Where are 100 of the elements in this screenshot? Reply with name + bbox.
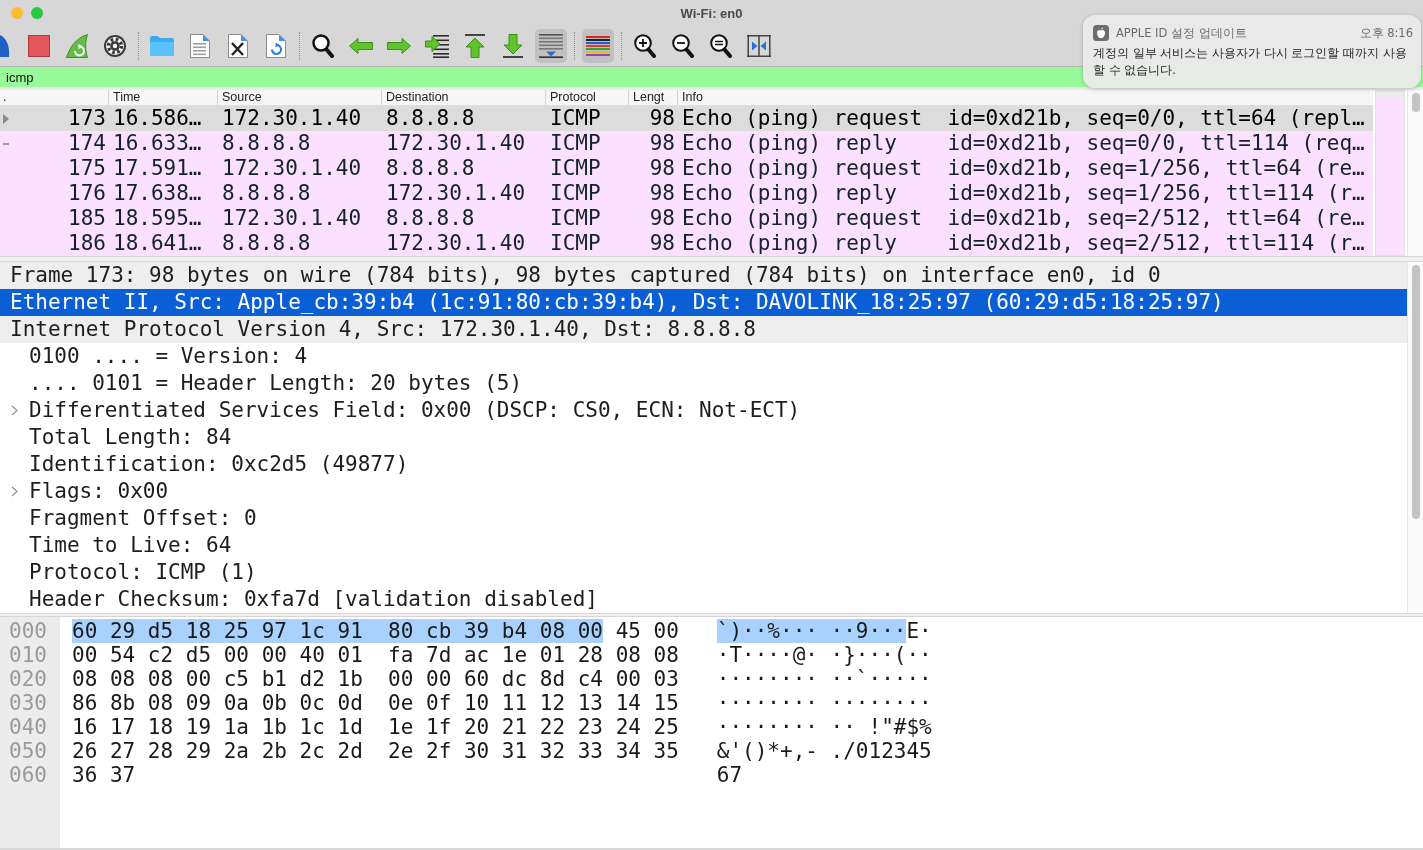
packet-time: 16.586…: [113, 106, 202, 131]
hex-offset: 040: [9, 715, 47, 739]
notification-app-name: APPLE ID 설정 업데이트: [1116, 25, 1247, 41]
packet-destination: 8.8.8.8: [386, 156, 475, 181]
packet-number: 186: [68, 231, 106, 256]
packet-info: Echo (ping) request id=0xd21b, seq=2/512, ttl=64 (re…: [682, 206, 1365, 231]
packet-time: 17.638…: [113, 181, 202, 206]
packet-row[interactable]: 173 16.586… 172.30.1.40 8.8.8.8 ICMP 98 Echo (ping) request id=0xd21b, seq=0/0, ttl=64 (repl…: [0, 106, 1373, 131]
packet-protocol: ICMP: [550, 131, 601, 156]
packet-row[interactable]: 175 17.591… 172.30.1.40 8.8.8.8 ICMP 98 Echo (ping) request id=0xd21b, seq=1/256, ttl=64 (re…: [0, 156, 1373, 181]
packet-row[interactable]: 176 17.638… 8.8.8.8 172.30.1.40 ICMP 98 Echo (ping) reply id=0xd21b, seq=1/256, ttl=114 (r…: [0, 181, 1373, 206]
packet-length: 98: [649, 156, 675, 181]
arrow-down-to-bar-icon: [503, 34, 523, 58]
packet-protocol: ICMP: [550, 231, 601, 256]
packet-source: 8.8.8.8: [222, 131, 311, 156]
hex-bytes[interactable]: 36 37: [72, 763, 136, 787]
hex-offset: 020: [9, 667, 47, 691]
column-header[interactable]: Lengt: [628, 90, 677, 105]
hex-bytes[interactable]: 08 08 08 00 c5 b1 d2 1b 00 00 60 dc 8d c4 00 03: [72, 667, 679, 691]
hex-ascii[interactable]: ········ ·· !"#$%: [716, 715, 932, 739]
packet-info: Echo (ping) request id=0xd21b, seq=1/256, ttl=64 (re…: [682, 156, 1365, 181]
packet-number: 185: [68, 206, 106, 231]
column-header[interactable]: Source: [217, 90, 381, 105]
hex-ascii[interactable]: E·: [906, 619, 932, 643]
packet-length: 98: [649, 181, 675, 206]
hex-offset: 050: [9, 739, 47, 763]
column-header[interactable]: Destination: [381, 90, 545, 105]
hex-ascii[interactable]: 67: [716, 763, 743, 787]
packet-protocol: ICMP: [550, 156, 601, 181]
hex-ascii[interactable]: ········ ········: [716, 691, 932, 715]
magnifier-equals-icon: [710, 34, 732, 58]
packet-info: Echo (ping) reply id=0xd21b, seq=1/256, ttl=114 (r…: [682, 181, 1365, 206]
packet-info: Echo (ping) reply id=0xd21b, seq=2/512, ttl=114 (r…: [682, 231, 1365, 256]
hex-ascii[interactable]: ·T····@· ·}···(··: [716, 643, 932, 667]
auto-scroll-button[interactable]: [535, 29, 567, 63]
tree-item[interactable]: Internet Protocol Version 4, Src: 172.30.1.40, Dst: 8.8.8.8: [0, 316, 1407, 343]
packet-info: Echo (ping) request id=0xd21b, seq=0/0, ttl=64 (repl…: [682, 106, 1365, 131]
hex-ascii[interactable]: ········ ··`·····: [716, 667, 932, 691]
notification-banner[interactable]: APPLE ID 설정 업데이트 오후 8:16 계정의 일부 서비스는 사용자가 다시 로그인할 때까지 사용할 수 없습니다.: [1083, 15, 1421, 88]
hex-offset: 060: [9, 763, 47, 787]
packet-source: 8.8.8.8: [222, 231, 311, 256]
packet-time: 18.641…: [113, 231, 202, 256]
hex-bytes[interactable]: 60 29 d5 18 25 97 1c 91 80 cb 39 b4 08 00: [72, 619, 603, 643]
striped-lines-icon: [586, 36, 610, 56]
hex-offset: 030: [9, 691, 47, 715]
scrollbar-thumb[interactable]: [1411, 93, 1420, 112]
zoom-out-icon: [672, 34, 694, 58]
arrow-left-icon: [349, 38, 373, 54]
packet-row[interactable]: 185 18.595… 172.30.1.40 8.8.8.8 ICMP 98 Echo (ping) request id=0xd21b, seq=2/512, ttl=64 (re…: [0, 206, 1373, 231]
packet-number: 175: [68, 156, 106, 181]
hex-bytes[interactable]: 86 8b 08 09 0a 0b 0c 0d 0e 0f 10 11 12 13 14 15: [72, 691, 679, 715]
packet-destination: 8.8.8.8: [386, 106, 475, 131]
triangle-icon: [3, 113, 9, 124]
chevron-icon[interactable]: [11, 405, 18, 416]
packet-row[interactable]: 174 16.633… 8.8.8.8 172.30.1.40 ICMP 98 Echo (ping) reply id=0xd21b, seq=0/0, ttl=114 (req…: [0, 131, 1373, 156]
packet-destination: 172.30.1.40: [386, 181, 526, 206]
scrollbar-thumb[interactable]: [1411, 265, 1420, 519]
column-header[interactable]: Time: [108, 90, 217, 105]
packet-length: 98: [649, 206, 675, 231]
hex-bytes[interactable]: 45 00: [615, 619, 679, 643]
tree-item[interactable]: Ethernet II, Src: Apple_cb:39:b4 (1c:91:80:cb:39:b4), Dst: DAVOLINK_18:25:97 (60:29:d5:18:25:97): [0, 289, 1407, 316]
arrow-right-icon: [387, 38, 411, 54]
document-close-icon: [228, 34, 248, 58]
hex-bytes[interactable]: 16 17 18 19 1a 1b 1c 1d 1e 1f 20 21 22 23 24 25: [72, 715, 679, 739]
dash-icon: [3, 142, 9, 145]
hex-ascii[interactable]: `)··%··· ··9···: [716, 619, 907, 643]
hex-bytes[interactable]: 00 54 c2 d5 00 00 40 01 fa 7d ac 1e 01 28 08 08: [72, 643, 679, 667]
packet-length: 98: [649, 131, 675, 156]
packet-row[interactable]: 186 18.641… 8.8.8.8 172.30.1.40 ICMP 98 Echo (ping) reply id=0xd21b, seq=2/512, ttl=114 (r…: [0, 231, 1373, 256]
hex-ascii[interactable]: &'()*+,- ./012345: [716, 739, 932, 763]
packet-time: 16.633…: [113, 131, 202, 156]
shark-fin-icon: [0, 35, 10, 57]
hex-bytes[interactable]: 26 27 28 29 2a 2b 2c 2d 2e 2f 30 31 32 33 34 35: [72, 739, 679, 763]
columns-icon: [747, 35, 771, 57]
packet-protocol: ICMP: [550, 206, 601, 231]
chevron-icon[interactable]: [11, 486, 18, 497]
packet-destination: 8.8.8.8: [386, 206, 475, 231]
packet-source: 172.30.1.40: [222, 156, 362, 181]
arrow-into-list-icon: [425, 34, 449, 58]
column-header[interactable]: .: [0, 90, 108, 105]
column-header[interactable]: Protocol: [545, 90, 628, 105]
search-icon: [312, 34, 334, 58]
folder-icon: [150, 36, 174, 56]
packet-source: 8.8.8.8: [222, 181, 311, 206]
window-title: Wi-Fi: en0: [680, 5, 743, 21]
packet-number: 173: [68, 106, 106, 131]
packet-protocol: ICMP: [550, 106, 601, 131]
packet-time: 18.595…: [113, 206, 202, 231]
tree-item[interactable]: Frame 173: 98 bytes on wire (784 bits), 98 bytes captured (784 bits) on interface en0, id 0: [0, 262, 1407, 289]
zoom-in-icon: [634, 34, 656, 58]
packet-length: 98: [649, 231, 675, 256]
document-icon: [190, 34, 210, 58]
packet-source: 172.30.1.40: [222, 206, 362, 231]
column-header[interactable]: Info: [677, 90, 1373, 105]
hex-offset: 000: [9, 619, 47, 643]
colorize-button[interactable]: [582, 29, 614, 63]
packet-destination: 172.30.1.40: [386, 131, 526, 156]
notification-time: 오후 8:16: [1359, 25, 1413, 41]
packet-source: 172.30.1.40: [222, 106, 362, 131]
packet-number: 176: [68, 181, 106, 206]
